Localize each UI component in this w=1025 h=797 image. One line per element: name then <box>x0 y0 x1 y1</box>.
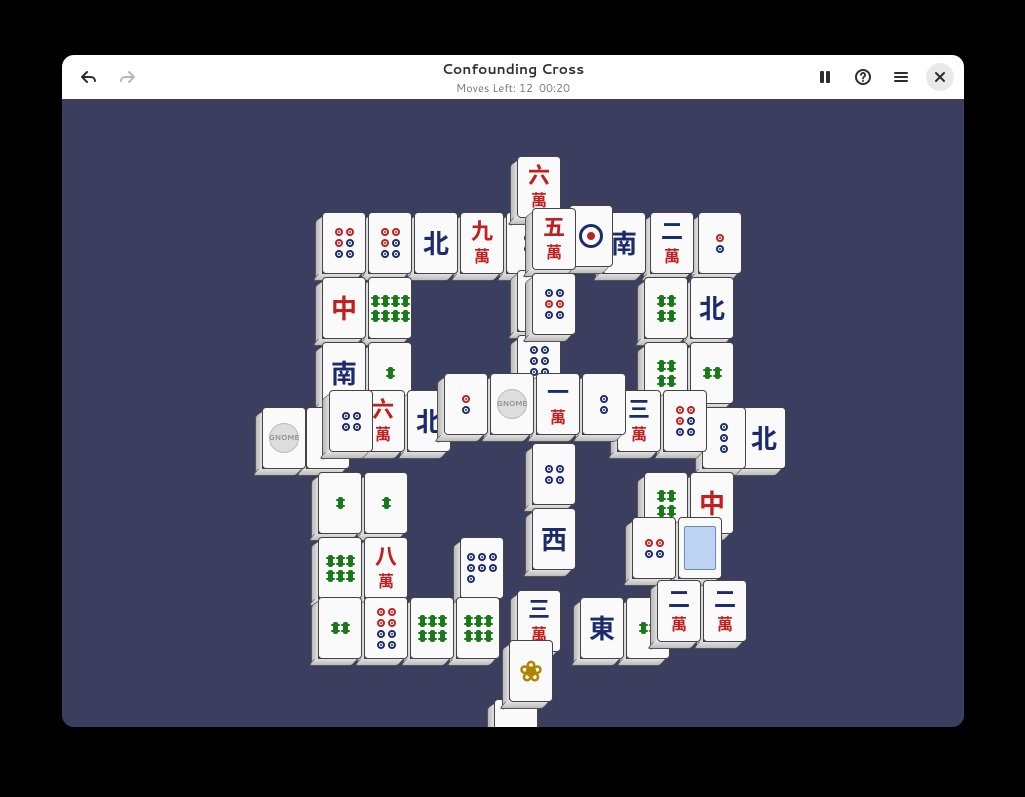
mahjong-tile[interactable] <box>318 472 362 534</box>
header-bar: Confounding Cross Moves Left: 12 00:20 <box>62 55 964 99</box>
mahjong-tile[interactable] <box>456 597 500 659</box>
mahjong-tile[interactable] <box>532 443 576 505</box>
mahjong-tile[interactable] <box>410 597 454 659</box>
mahjong-tile[interactable] <box>632 517 676 579</box>
mahjong-tile[interactable] <box>318 597 362 659</box>
mahjong-tile[interactable]: 二萬 <box>657 580 701 642</box>
mahjong-tile[interactable]: 一萬 <box>536 373 580 435</box>
pause-button[interactable] <box>808 60 842 94</box>
mahjong-tile[interactable] <box>582 373 626 435</box>
mahjong-tile[interactable]: 九萬 <box>460 212 504 274</box>
mahjong-tile[interactable]: 北 <box>414 212 458 274</box>
mahjong-tile[interactable] <box>444 373 488 435</box>
mahjong-tile[interactable] <box>364 472 408 534</box>
undo-button[interactable] <box>72 60 106 94</box>
mahjong-tile[interactable] <box>318 537 362 599</box>
mahjong-tile[interactable]: 五萬 <box>532 208 576 270</box>
mahjong-tile[interactable]: ❀ <box>509 640 553 702</box>
mahjong-tile[interactable] <box>368 212 412 274</box>
mahjong-tile[interactable]: 二萬 <box>703 580 747 642</box>
mahjong-tile[interactable] <box>460 537 504 599</box>
mahjong-tile[interactable] <box>678 517 722 579</box>
mahjong-tile[interactable]: 東 <box>580 597 624 659</box>
mahjong-tile[interactable]: GNOME <box>490 373 534 435</box>
help-button[interactable] <box>846 60 880 94</box>
mahjong-tile[interactable]: 北 <box>742 407 786 469</box>
game-board[interactable]: 二萬南九萬北北中南北GNOME中八萬東六萬三萬北六萬二萬二萬三萬❀五萬一萬GNO… <box>62 99 964 727</box>
mahjong-tile[interactable]: GNOME <box>262 407 306 469</box>
mahjong-tile[interactable] <box>698 212 742 274</box>
mahjong-tile[interactable] <box>329 390 373 452</box>
mahjong-tile[interactable] <box>322 212 366 274</box>
redo-button[interactable] <box>110 60 144 94</box>
app-window: Confounding Cross Moves Left: 12 00:20 二… <box>62 55 964 727</box>
close-button[interactable] <box>926 63 954 91</box>
mahjong-tile[interactable] <box>532 273 576 335</box>
mahjong-tile[interactable] <box>663 390 707 452</box>
mahjong-tile[interactable]: 北 <box>690 277 734 339</box>
mahjong-tile[interactable] <box>364 597 408 659</box>
mahjong-tile[interactable] <box>644 277 688 339</box>
mahjong-tile[interactable]: 中 <box>322 277 366 339</box>
mahjong-tile[interactable]: 西 <box>532 508 576 570</box>
mahjong-tile[interactable]: 二萬 <box>650 212 694 274</box>
mahjong-tile[interactable]: 八萬 <box>364 537 408 599</box>
menu-button[interactable] <box>884 60 918 94</box>
mahjong-tile[interactable] <box>702 407 746 469</box>
mahjong-tile[interactable] <box>368 277 412 339</box>
